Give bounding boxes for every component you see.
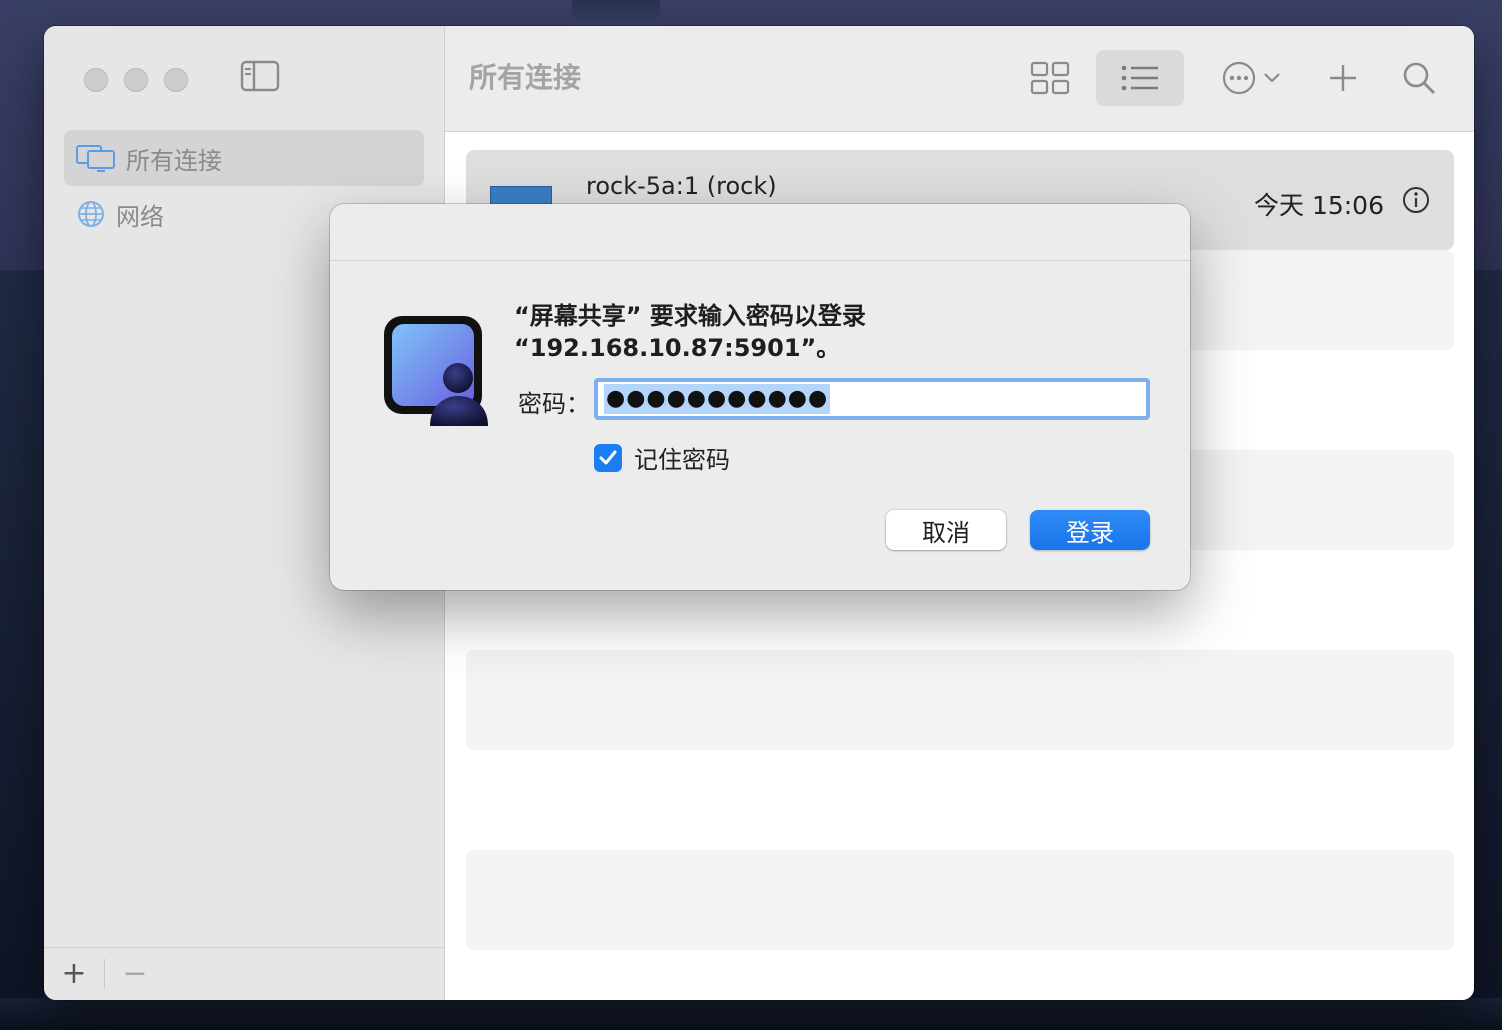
minimize-window-button[interactable]: [124, 68, 148, 92]
connection-time: 今天 15:06: [1254, 191, 1384, 220]
connection-name: rock-5a:1 (rock): [586, 172, 777, 200]
sidebar-item-label: 所有连接: [126, 146, 222, 175]
cancel-button[interactable]: 取消: [886, 510, 1006, 550]
desktop-background-tower: [572, 0, 660, 26]
grid-view-icon: [1030, 61, 1070, 95]
placeholder-row: [466, 850, 1454, 950]
dialog-header: [330, 204, 1190, 261]
page-title: 所有连接: [469, 61, 582, 94]
placeholder-row: [466, 650, 1454, 750]
dialog-message: “屏幕共享” 要求输入密码以登录 “192.168.10.87:5901”。: [514, 300, 866, 364]
more-actions-dropdown[interactable]: [1260, 54, 1284, 102]
remove-connection-button[interactable]: −: [105, 959, 165, 989]
list-view-button[interactable]: [1096, 50, 1184, 106]
add-button[interactable]: [1319, 54, 1367, 102]
password-field[interactable]: ●●●●●●●●●●●: [594, 378, 1150, 420]
toolbar: 所有连接: [445, 26, 1474, 132]
add-connection-button[interactable]: +: [44, 959, 104, 989]
sidebar-toggle-icon: [240, 60, 280, 92]
search-button[interactable]: [1395, 54, 1443, 102]
checkmark-icon: [599, 450, 617, 464]
desktop-background-bottom: [0, 998, 1502, 1030]
close-window-button[interactable]: [84, 68, 108, 92]
window-controls: [84, 68, 188, 92]
sidebar-item-label: 网络: [116, 202, 164, 231]
more-actions-button[interactable]: [1215, 54, 1263, 102]
grid-view-button[interactable]: [1026, 54, 1074, 102]
remember-password-checkbox[interactable]: [594, 443, 622, 472]
desktop-background-left: [0, 270, 44, 1030]
add-icon: [1330, 65, 1356, 91]
remember-password-option[interactable]: 记住密码: [594, 440, 730, 475]
info-button[interactable]: [1402, 186, 1430, 218]
desktop-background-right: [1472, 270, 1502, 1030]
sidebar-toggle-button[interactable]: [240, 60, 280, 92]
search-icon: [1403, 62, 1435, 94]
screen-sharing-app-icon: [384, 316, 488, 426]
remember-password-label: 记住密码: [634, 446, 730, 474]
dialog-message-line2: “192.168.10.87:5901”。: [514, 334, 841, 362]
login-button[interactable]: 登录: [1030, 510, 1150, 550]
password-label: 密码：: [518, 390, 590, 418]
zoom-window-button[interactable]: [164, 68, 188, 92]
dialog-message-line1: “屏幕共享” 要求输入密码以登录: [514, 302, 866, 330]
displays-icon: [76, 145, 115, 172]
password-value: ●●●●●●●●●●●: [604, 384, 831, 414]
chevron-down-icon: [1264, 73, 1280, 83]
list-view-icon: [1121, 65, 1158, 91]
more-actions-icon: [1222, 61, 1256, 95]
info-icon: [1403, 187, 1429, 213]
password-dialog: “屏幕共享” 要求输入密码以登录 “192.168.10.87:5901”。 密…: [330, 204, 1190, 590]
globe-icon: [78, 201, 104, 227]
sidebar-footer: + −: [44, 947, 444, 1000]
sidebar-item-all-connections[interactable]: 所有连接: [64, 130, 424, 186]
